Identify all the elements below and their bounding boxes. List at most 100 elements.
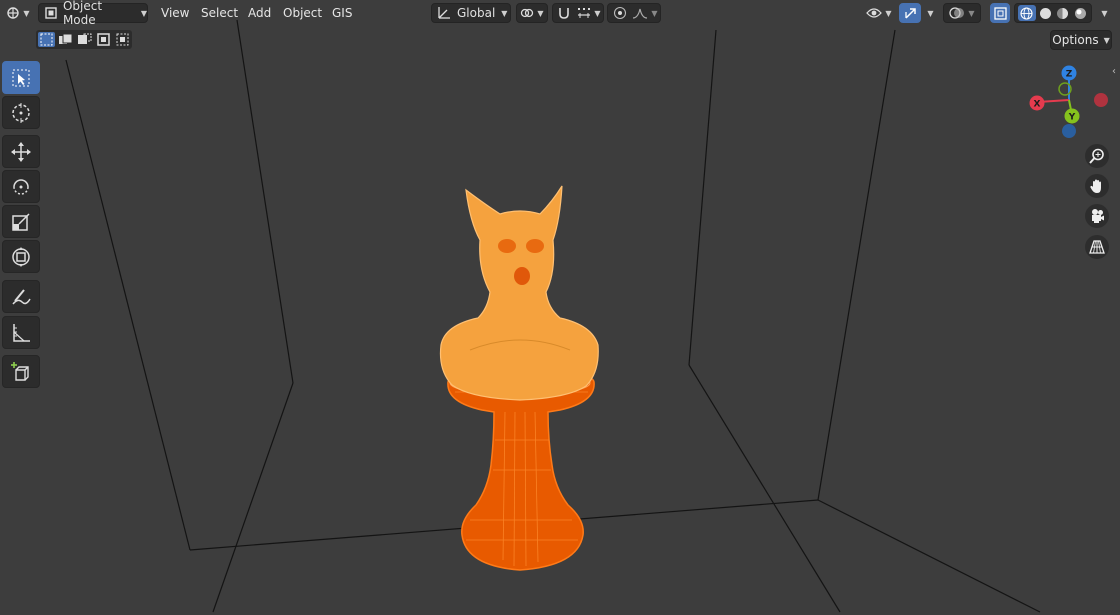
overlay-icon xyxy=(949,7,965,19)
snap-target-dropdown[interactable]: ▼ xyxy=(575,4,603,22)
object-mode-icon xyxy=(45,7,57,19)
zoom-button[interactable] xyxy=(1085,144,1109,168)
tool-annotate[interactable] xyxy=(2,280,40,313)
snap-increment-icon xyxy=(578,8,591,18)
scale-icon xyxy=(12,212,30,231)
bust-object[interactable] xyxy=(439,185,599,401)
shading-group xyxy=(1014,3,1092,23)
transform-orientation-icon xyxy=(438,7,450,19)
chevron-down-icon: ▼ xyxy=(501,8,508,18)
tool-move[interactable] xyxy=(2,135,40,168)
mode-dropdown[interactable]: Object Mode ▼ xyxy=(38,0,148,27)
proportional-edit-group: ▼ xyxy=(607,3,661,23)
selection-mode-group xyxy=(36,30,132,49)
chevron-down-icon: ▼ xyxy=(140,8,147,18)
tool-select-box[interactable] xyxy=(2,61,40,94)
tool-rotate[interactable] xyxy=(2,170,40,203)
chevron-down-icon: ▼ xyxy=(1103,35,1110,45)
tool-scale[interactable] xyxy=(2,205,40,238)
rotate-icon xyxy=(13,178,29,195)
falloff-dropdown[interactable]: ▼ xyxy=(631,4,659,22)
perspective-grid-icon xyxy=(1089,240,1105,254)
falloff-curve-icon xyxy=(633,8,648,19)
select-box-icon xyxy=(12,69,30,86)
tool-transform[interactable] xyxy=(2,240,40,273)
tool-add-cube[interactable] xyxy=(2,355,40,388)
options-dropdown[interactable]: Options ▼ xyxy=(1050,30,1112,50)
add-cube-icon xyxy=(11,361,29,381)
navigation-gizmo[interactable]: Z X Y xyxy=(1026,62,1118,142)
proportional-edit-toggle[interactable] xyxy=(609,4,631,22)
cursor-icon xyxy=(12,102,30,123)
select-intersect-icon xyxy=(116,33,129,46)
snap-group: ▼ xyxy=(552,3,604,23)
menu-object[interactable]: Object xyxy=(279,4,326,22)
chevron-down-icon: ▼ xyxy=(537,8,544,18)
gizmo-y-label: Y xyxy=(1068,113,1076,123)
overlay-group[interactable]: ▼ xyxy=(943,3,981,23)
chevron-down-icon: ▼ xyxy=(885,8,892,18)
tool-measure[interactable] xyxy=(2,316,40,349)
chevron-down-icon: ▼ xyxy=(1101,8,1108,18)
transform-orientation-dropdown[interactable]: Global ▼ xyxy=(431,3,511,23)
select-new-button[interactable] xyxy=(38,32,55,47)
select-invert-button[interactable] xyxy=(95,32,112,47)
annotate-icon xyxy=(12,288,31,304)
editor-type-button[interactable]: ▼ xyxy=(3,3,33,23)
gizmo-x-label: X xyxy=(1034,100,1041,110)
select-extend-button[interactable] xyxy=(57,32,74,47)
snap-toggle[interactable] xyxy=(553,4,575,22)
gizmo-neg-z[interactable] xyxy=(1062,124,1076,138)
chevron-down-icon: ▼ xyxy=(927,8,934,18)
wireframe-shading-icon xyxy=(1020,6,1033,20)
menu-add[interactable]: Add xyxy=(244,4,275,22)
xray-toggle[interactable] xyxy=(990,3,1010,23)
pan-button[interactable] xyxy=(1085,174,1109,198)
editor-type-icon xyxy=(7,7,20,19)
select-new-icon xyxy=(40,33,53,46)
measure-icon xyxy=(13,323,30,342)
gizmo-toggle[interactable] xyxy=(899,3,921,23)
material-shading-icon xyxy=(1057,7,1069,19)
rendered-shading-icon xyxy=(1074,7,1086,19)
gizmo-dropdown[interactable]: ▼ xyxy=(921,3,937,23)
chevron-down-icon: ▼ xyxy=(594,8,601,18)
chevron-down-icon: ▼ xyxy=(968,8,975,18)
move-icon xyxy=(11,141,31,162)
viewport-scene[interactable] xyxy=(0,0,1120,615)
mode-label: Object Mode xyxy=(62,0,103,27)
tool-cursor[interactable] xyxy=(2,96,40,129)
viewport-header: ▼ Object Mode ▼ View Select Add Object G… xyxy=(0,0,1120,27)
gizmo-toggle-icon xyxy=(905,8,916,19)
menu-select[interactable]: Select xyxy=(197,4,242,22)
shading-dropdown[interactable]: ▼ xyxy=(1094,3,1112,23)
menu-gis[interactable]: GIS xyxy=(328,4,356,22)
solid-shading-button[interactable] xyxy=(1037,5,1053,21)
hand-icon xyxy=(1090,179,1101,193)
wireframe-shading-button[interactable] xyxy=(1017,5,1036,21)
orientation-label: Global xyxy=(457,6,496,20)
rendered-shading-button[interactable] xyxy=(1072,5,1088,21)
material-shading-button[interactable] xyxy=(1055,5,1071,21)
perspective-toggle-button[interactable] xyxy=(1085,235,1109,259)
select-invert-icon xyxy=(97,33,110,46)
transform-icon xyxy=(12,246,30,267)
select-subtract-button[interactable] xyxy=(76,32,93,47)
pivot-point-icon xyxy=(521,8,534,18)
select-intersect-button[interactable] xyxy=(114,32,131,47)
gizmo-neg-x[interactable] xyxy=(1094,93,1108,107)
solid-shading-icon xyxy=(1039,7,1051,19)
select-subtract-icon xyxy=(78,33,92,44)
proportional-edit-icon xyxy=(613,6,627,20)
pivot-point-dropdown[interactable]: ▼ xyxy=(516,3,548,23)
select-extend-icon xyxy=(59,33,73,44)
visibility-eye-icon xyxy=(866,8,883,18)
snap-magnet-icon xyxy=(559,8,569,19)
camera-view-button[interactable] xyxy=(1085,204,1109,228)
menu-view[interactable]: View xyxy=(157,4,193,22)
visibility-dropdown[interactable]: ▼ xyxy=(863,3,895,23)
xray-toggle-icon xyxy=(993,6,1007,20)
chevron-down-icon: ▼ xyxy=(23,8,30,18)
gizmo-z-label: Z xyxy=(1066,70,1073,80)
options-label: Options xyxy=(1052,33,1099,47)
